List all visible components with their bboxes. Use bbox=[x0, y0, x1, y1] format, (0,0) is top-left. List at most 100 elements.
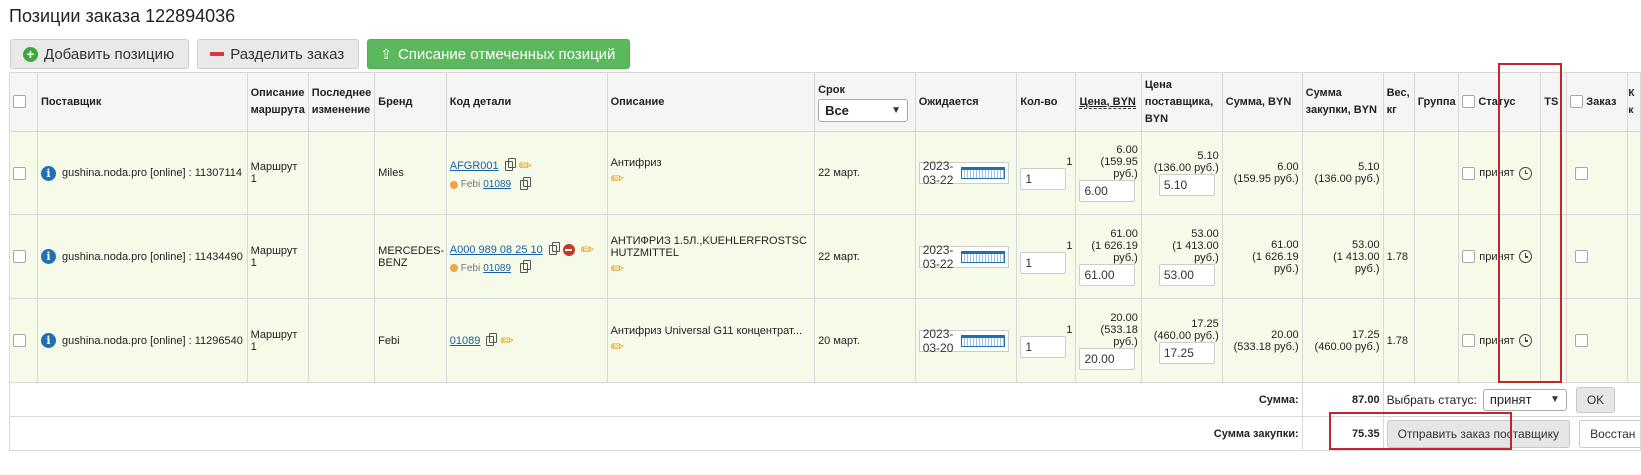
price-cell: 61.00 (1 626.19 руб.) bbox=[1075, 214, 1142, 299]
split-order-button[interactable]: Разделить заказ bbox=[197, 39, 360, 69]
sum-main: 6.00 bbox=[1277, 161, 1299, 173]
header-order-label: Заказ bbox=[1586, 95, 1617, 108]
copy-icon[interactable] bbox=[486, 332, 498, 346]
price-rub: (1 626.19 руб.) bbox=[1091, 239, 1138, 264]
expected-cell: 2023-03-20 bbox=[914, 298, 1018, 383]
qty-input[interactable] bbox=[1020, 168, 1067, 190]
expected-date-value: 2023-03-20 bbox=[922, 326, 954, 355]
pencil-icon[interactable]: ✏ bbox=[500, 331, 513, 351]
description-text: АНТИФРИЗ 1.5Л.,KUEHLERFROSTSCHUTZMITTEL bbox=[610, 234, 807, 259]
row-checkbox[interactable] bbox=[13, 250, 26, 263]
header-price[interactable]: Цена, BYN bbox=[1075, 72, 1142, 132]
price-input[interactable] bbox=[1079, 180, 1136, 202]
term-filter-select[interactable]: Все ▼ bbox=[818, 99, 909, 122]
status-checkbox[interactable] bbox=[1462, 166, 1476, 180]
table-row: i gushina.noda.pro [online] : 11434490 Ма… bbox=[9, 214, 1641, 299]
toolbar: + Добавить позицию Разделить заказ ⇪ Спи… bbox=[10, 39, 631, 69]
brand-cell: Febi bbox=[374, 298, 447, 383]
add-position-button[interactable]: + Добавить позицию bbox=[10, 39, 190, 69]
copy-icon[interactable] bbox=[520, 260, 532, 273]
header-select-all[interactable] bbox=[9, 72, 38, 132]
row-select-cell[interactable] bbox=[9, 298, 38, 383]
pencil-icon[interactable]: ✏ bbox=[611, 261, 624, 278]
description-text: Антифриз Universal G11 концентрат... bbox=[610, 324, 803, 337]
restore-button[interactable]: Восстан bbox=[1579, 419, 1640, 448]
purchase-sum-cell: 53.00 (1 413.00 руб.) bbox=[1301, 214, 1384, 299]
part-code-cell: A000 989 08 25 10 ✏ Febi 01089 bbox=[445, 214, 608, 299]
qty-input[interactable] bbox=[1020, 251, 1067, 274]
pencil-icon[interactable]: ✏ bbox=[519, 156, 532, 176]
select-all-checkbox[interactable] bbox=[13, 95, 26, 109]
status-select[interactable]: принят ▼ bbox=[1482, 388, 1567, 411]
purchase-rub: (460.00 руб.) bbox=[1314, 340, 1380, 353]
supplier-price-input[interactable] bbox=[1158, 341, 1215, 364]
part-code-link[interactable]: AFGR001 bbox=[450, 160, 499, 172]
order-checkbox[interactable] bbox=[1575, 250, 1589, 263]
group-cell bbox=[1413, 298, 1460, 383]
order-all-checkbox[interactable] bbox=[1570, 95, 1584, 109]
header-brand: Бренд bbox=[374, 72, 447, 132]
copy-icon[interactable] bbox=[548, 241, 560, 255]
price-main: 20.00 bbox=[1110, 311, 1138, 324]
remove-icon[interactable] bbox=[562, 243, 575, 256]
expected-date-input[interactable]: 2023-03-22 bbox=[918, 243, 1009, 271]
row-checkbox[interactable] bbox=[13, 166, 26, 180]
order-cell bbox=[1566, 214, 1629, 299]
table-row: i gushina.noda.pro [online] : 11296540 Ма… bbox=[9, 298, 1641, 383]
description-cell: Антифриз ✏ bbox=[606, 131, 816, 215]
order-checkbox[interactable] bbox=[1575, 334, 1589, 347]
info-icon[interactable]: i bbox=[41, 165, 56, 181]
qty-label: 1 bbox=[1066, 323, 1073, 336]
header-sum: Сумма, BYN bbox=[1221, 72, 1303, 132]
expected-date-input[interactable]: 2023-03-20 bbox=[918, 326, 1009, 355]
price-input[interactable] bbox=[1079, 347, 1136, 370]
write-off-label: Списание отмеченных позиций bbox=[397, 45, 616, 63]
price-rub: (159.95 руб.) bbox=[1100, 156, 1138, 180]
copy-icon[interactable] bbox=[520, 176, 532, 190]
qty-input[interactable] bbox=[1020, 335, 1067, 358]
description-text: Антифриз bbox=[610, 157, 662, 169]
purchase-main: 53.00 bbox=[1352, 238, 1380, 251]
status-all-checkbox[interactable] bbox=[1462, 95, 1476, 109]
group-cell bbox=[1413, 214, 1460, 299]
price-input[interactable] bbox=[1079, 263, 1136, 286]
info-icon[interactable]: i bbox=[41, 333, 56, 348]
copy-icon[interactable] bbox=[504, 158, 516, 171]
calendar-icon[interactable] bbox=[961, 334, 1005, 347]
analog-code-link[interactable]: 01089 bbox=[483, 263, 511, 274]
brand-cell: Miles bbox=[374, 131, 447, 215]
order-checkbox[interactable] bbox=[1575, 166, 1589, 180]
order-cell bbox=[1566, 131, 1629, 215]
pencil-icon[interactable]: ✏ bbox=[581, 240, 594, 260]
write-off-button[interactable]: ⇪ Списание отмеченных позиций bbox=[367, 39, 631, 69]
price-sort-link[interactable]: Цена, BYN bbox=[1079, 95, 1136, 109]
part-code-link[interactable]: 01089 bbox=[450, 335, 481, 347]
pencil-icon[interactable]: ✏ bbox=[611, 339, 624, 356]
row-checkbox[interactable] bbox=[13, 334, 26, 347]
pencil-icon[interactable]: ✏ bbox=[611, 171, 624, 188]
header-order: Заказ bbox=[1566, 72, 1629, 132]
ok-button[interactable]: OK bbox=[1575, 386, 1616, 413]
part-code-link[interactable]: A000 989 08 25 10 bbox=[450, 244, 543, 256]
sum-main: 61.00 bbox=[1271, 238, 1299, 251]
calendar-icon[interactable] bbox=[961, 250, 1005, 263]
supplier-price-input[interactable] bbox=[1158, 263, 1215, 286]
calendar-icon[interactable] bbox=[961, 167, 1005, 179]
header-term-label: Срок bbox=[818, 84, 845, 96]
chevron-down-icon: ▼ bbox=[1549, 394, 1560, 405]
row-select-cell[interactable] bbox=[9, 131, 38, 215]
choose-status-label: Выбрать статус: bbox=[1386, 392, 1477, 407]
info-icon[interactable]: i bbox=[41, 249, 56, 264]
status-checkbox[interactable] bbox=[1462, 250, 1476, 263]
analog-code-link[interactable]: 01089 bbox=[483, 179, 511, 190]
extra-cell bbox=[1627, 131, 1641, 215]
row-select-cell[interactable] bbox=[9, 214, 38, 299]
price-main: 6.00 bbox=[1116, 144, 1138, 156]
supplier-text: gushina.noda.pro [online] : 11307114 bbox=[62, 167, 243, 179]
expected-date-input[interactable]: 2023-03-22 bbox=[918, 159, 1009, 187]
purchase-sum-label: Сумма закупки: bbox=[9, 416, 1303, 451]
supplier-price-input[interactable] bbox=[1158, 174, 1215, 196]
purchase-rub: (136.00 руб.) bbox=[1314, 173, 1380, 185]
status-checkbox[interactable] bbox=[1462, 334, 1476, 347]
header-purchase-sum: Сумма закупки, BYN bbox=[1301, 72, 1384, 132]
